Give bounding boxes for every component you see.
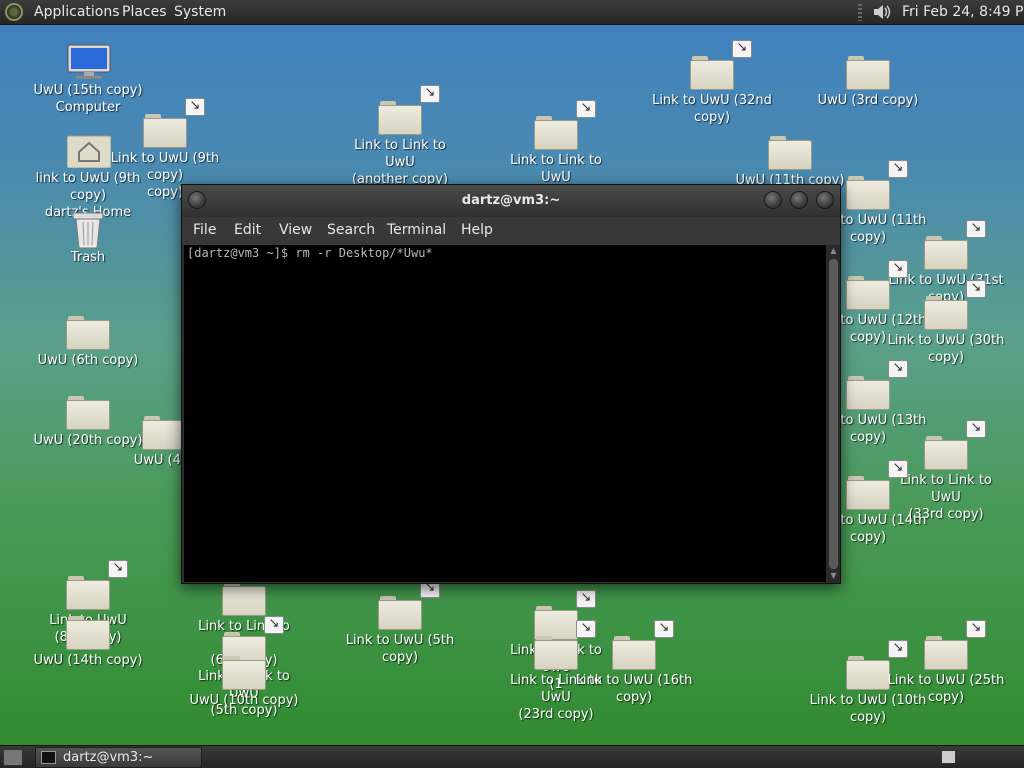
desktop-icon[interactable]: ↘ Link to UwU (5th copy) bbox=[340, 580, 460, 666]
link-arrow-icon: ↘ bbox=[966, 280, 986, 298]
panel-grip bbox=[858, 4, 862, 21]
folder-icon bbox=[924, 236, 968, 270]
link-arrow-icon: ↘ bbox=[966, 220, 986, 238]
computer-icon bbox=[67, 44, 111, 79]
terminal-window: dartz@vm3:~ File Edit View Search Termin… bbox=[181, 184, 841, 584]
show-desktop-icon[interactable] bbox=[3, 749, 23, 766]
fedora-icon[interactable] bbox=[5, 3, 23, 21]
desktop-icon[interactable]: UwU (15th copy) Computer bbox=[28, 40, 148, 116]
folder-icon bbox=[846, 56, 890, 90]
desktop-icon-label: Link to UwU (25th copy) bbox=[887, 673, 1005, 705]
desktop-icon[interactable]: ↘ Link to UwU (16th copy) bbox=[574, 620, 694, 706]
desktop-icon-label: UwU (6th copy) bbox=[37, 353, 139, 368]
speaker-icon[interactable] bbox=[872, 2, 892, 22]
system-menu[interactable]: System bbox=[174, 4, 226, 20]
folder-icon bbox=[846, 656, 890, 690]
desktop-icon-label: UwU (14th copy) bbox=[33, 653, 143, 668]
link-arrow-icon: ↘ bbox=[888, 160, 908, 178]
link-arrow-icon: ↘ bbox=[966, 620, 986, 638]
trash-icon bbox=[72, 212, 104, 249]
folder-icon bbox=[142, 416, 186, 450]
folder-icon bbox=[534, 116, 578, 150]
folder-icon bbox=[846, 376, 890, 410]
terminal-icon bbox=[41, 751, 56, 764]
close-icon[interactable] bbox=[816, 191, 834, 209]
folder-icon bbox=[924, 636, 968, 670]
folder-icon bbox=[846, 176, 890, 210]
taskbar-terminal-button[interactable]: dartz@vm3:~ bbox=[35, 747, 202, 768]
link-arrow-icon: ↘ bbox=[576, 590, 596, 608]
desktop-icon[interactable]: ↘ Link to Link to UwU (another copy) bbox=[340, 85, 460, 188]
desktop-icon-label: Link to UwU (16th copy) bbox=[575, 673, 693, 705]
desktop-icon-label: Link to UwU (32nd copy) bbox=[652, 93, 772, 125]
window-titlebar[interactable]: dartz@vm3:~ bbox=[182, 185, 840, 217]
folder-icon bbox=[66, 576, 110, 610]
folder-icon bbox=[924, 436, 968, 470]
desktop-icon-label: UwU (3rd copy) bbox=[817, 93, 919, 108]
scroll-down-icon[interactable]: ▼ bbox=[829, 571, 838, 581]
minimize-icon[interactable] bbox=[764, 191, 782, 209]
menu-search[interactable]: Search bbox=[327, 222, 375, 238]
folder-icon bbox=[66, 616, 110, 650]
desktop-icon[interactable]: UwU (14th copy) bbox=[28, 610, 148, 669]
link-arrow-icon: ↘ bbox=[888, 360, 908, 378]
top-panel: Applications Places System Fri Feb 24, 8… bbox=[0, 0, 1024, 25]
link-arrow-icon: ↘ bbox=[888, 260, 908, 278]
menu-view[interactable]: View bbox=[279, 222, 312, 238]
folder-icon bbox=[846, 276, 890, 310]
link-arrow-icon: ↘ bbox=[576, 100, 596, 118]
desktop-icon-label: Trash bbox=[70, 250, 106, 265]
scroll-up-icon[interactable]: ▲ bbox=[829, 246, 838, 256]
link-arrow-icon: ↘ bbox=[966, 420, 986, 438]
menu-file[interactable]: File bbox=[193, 222, 216, 238]
link-arrow-icon: ↘ bbox=[264, 616, 284, 634]
scroll-thumb[interactable] bbox=[829, 259, 838, 569]
desktop-icon[interactable]: ↘ Link to UwU (25th copy) bbox=[886, 620, 1006, 706]
folder-icon bbox=[768, 136, 812, 170]
desktop-icon[interactable]: ↘ Link to UwU (32nd copy) bbox=[652, 40, 772, 126]
menu-edit[interactable]: Edit bbox=[234, 222, 261, 238]
taskbar-label: dartz@vm3:~ bbox=[63, 750, 154, 765]
link-arrow-icon: ↘ bbox=[732, 40, 752, 58]
desktop-icon-label: Link to Link to UwU (another copy) bbox=[351, 138, 449, 187]
terminal-scrollbar[interactable]: ▲ ▼ bbox=[827, 245, 840, 582]
folder-icon bbox=[534, 636, 578, 670]
terminal-menubar: File Edit View Search Terminal Help bbox=[182, 217, 840, 245]
desktop-icon-label: UwU (10th copy) bbox=[189, 693, 299, 708]
folder-icon bbox=[378, 596, 422, 630]
menu-terminal[interactable]: Terminal bbox=[387, 222, 446, 238]
applications-menu[interactable]: Applications bbox=[34, 4, 120, 20]
places-menu[interactable]: Places bbox=[122, 4, 167, 20]
desktop-icon-label: Link to UwU (5th copy) bbox=[345, 633, 455, 665]
menu-help[interactable]: Help bbox=[461, 222, 493, 238]
folder-icon bbox=[924, 296, 968, 330]
folder-icon bbox=[690, 56, 734, 90]
desktop-icon[interactable]: Trash bbox=[28, 207, 148, 266]
folder-icon bbox=[222, 582, 266, 616]
desktop-icon[interactable]: UwU (3rd copy) bbox=[808, 50, 928, 109]
bottom-panel: dartz@vm3:~ bbox=[0, 745, 1024, 768]
desktop-icon[interactable]: ↘ Link to UwU (30th copy) bbox=[886, 280, 1006, 366]
link-arrow-icon: ↘ bbox=[654, 620, 674, 638]
window-title: dartz@vm3:~ bbox=[461, 193, 561, 208]
folder-icon bbox=[612, 636, 656, 670]
desktop-icon[interactable]: UwU (10th copy) bbox=[184, 650, 304, 709]
folder-icon bbox=[378, 101, 422, 135]
desktop-icon[interactable]: UwU (6th copy) bbox=[28, 310, 148, 369]
folder-icon bbox=[143, 114, 187, 148]
folder-icon bbox=[222, 656, 266, 690]
link-arrow-icon: ↘ bbox=[420, 85, 440, 103]
link-arrow-icon: ↘ bbox=[185, 98, 205, 116]
clock[interactable]: Fri Feb 24, 8:49 PM bbox=[902, 4, 1024, 20]
link-arrow-icon: ↘ bbox=[108, 560, 128, 578]
folder-icon bbox=[846, 476, 890, 510]
workspace-switcher[interactable] bbox=[941, 750, 956, 764]
terminal-output[interactable]: [dartz@vm3 ~]$ rm -r Desktop/*Uwu* bbox=[184, 245, 826, 582]
maximize-icon[interactable] bbox=[790, 191, 808, 209]
folder-icon bbox=[66, 316, 110, 350]
link-arrow-icon: ↘ bbox=[888, 460, 908, 478]
